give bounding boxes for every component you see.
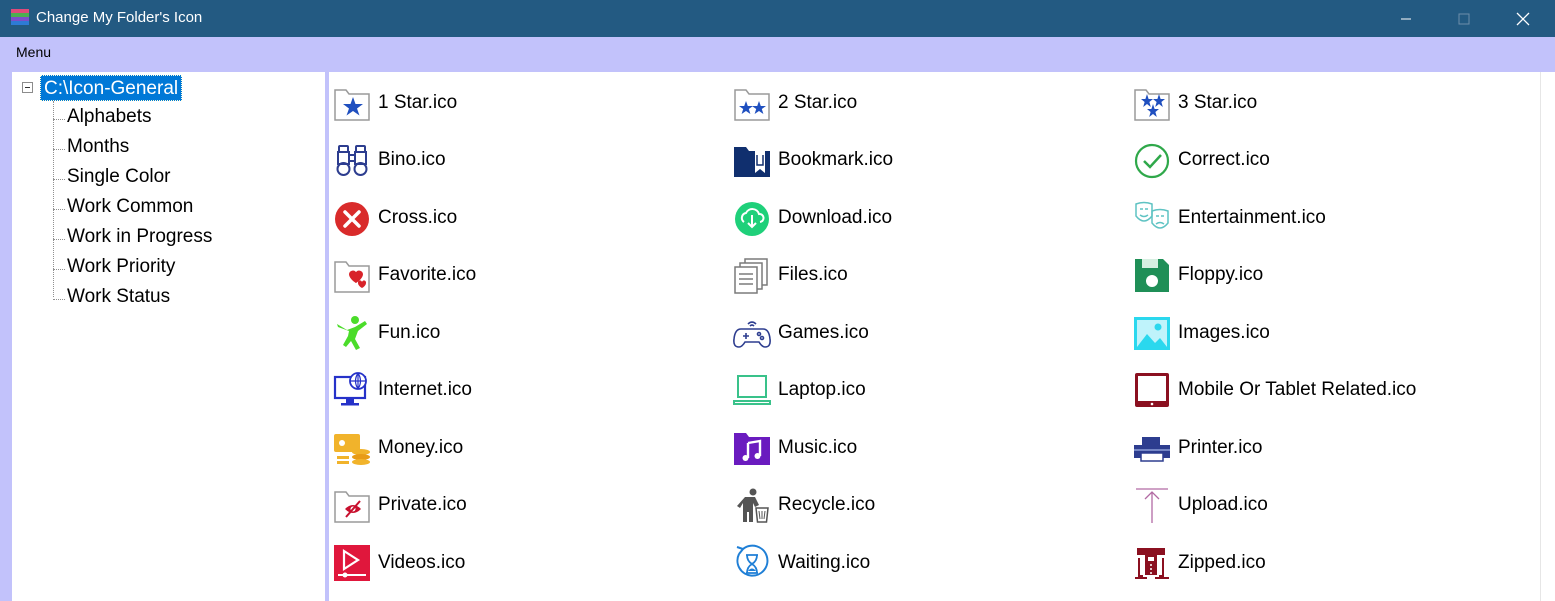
close-icon <box>1516 12 1530 25</box>
image-icon <box>1134 317 1170 350</box>
globe-monitor-icon <box>333 372 367 406</box>
folder-tree-panel[interactable] <box>12 72 325 601</box>
three-star-folder-icon <box>1134 89 1170 121</box>
one-star-folder-icon <box>334 89 370 121</box>
heart-folder-icon <box>334 261 370 293</box>
two-star-folder-icon <box>734 89 770 121</box>
laptop-icon <box>733 375 771 405</box>
recycle-bin-icon <box>737 488 769 523</box>
theater-masks-icon <box>1135 201 1169 229</box>
gamepad-icon <box>733 321 771 348</box>
video-play-icon <box>334 545 370 581</box>
tablet-icon <box>1135 373 1169 407</box>
cross-circle-icon <box>335 202 369 236</box>
printer-icon <box>1134 437 1170 462</box>
close-button[interactable] <box>1500 0 1546 37</box>
minimize-icon <box>1401 18 1411 19</box>
files-icon <box>734 258 768 294</box>
app-icon <box>11 9 29 25</box>
title-bar: Change My Folder's Icon <box>0 0 1555 37</box>
binoculars-icon <box>336 145 368 176</box>
maximize-button[interactable] <box>1441 0 1487 37</box>
dancing-person-icon <box>337 316 367 350</box>
hourglass-icon <box>736 544 769 577</box>
window-title: Change My Folder's Icon <box>36 9 203 26</box>
money-icon <box>334 434 370 465</box>
zip-archive-icon <box>1135 548 1169 579</box>
check-circle-icon <box>1134 143 1170 179</box>
tree-guide-line <box>53 101 54 297</box>
bookmark-folder-icon <box>734 147 770 177</box>
floppy-disk-icon <box>1135 259 1169 292</box>
tree-root-node[interactable]: C:\Icon-General <box>40 75 183 101</box>
menu-button[interactable]: Menu <box>16 44 51 60</box>
hidden-eye-folder-icon <box>334 491 370 523</box>
icon-list-panel[interactable] <box>329 72 1540 601</box>
music-folder-icon <box>734 433 770 465</box>
upload-arrow-icon <box>1136 488 1168 523</box>
minimize-button[interactable] <box>1383 0 1429 37</box>
download-cloud-icon <box>735 202 769 236</box>
collapse-toggle-icon[interactable] <box>22 82 33 93</box>
menu-bar: Menu <box>0 37 1555 67</box>
maximize-icon <box>1458 13 1470 24</box>
vertical-scrollbar[interactable] <box>1540 72 1555 601</box>
